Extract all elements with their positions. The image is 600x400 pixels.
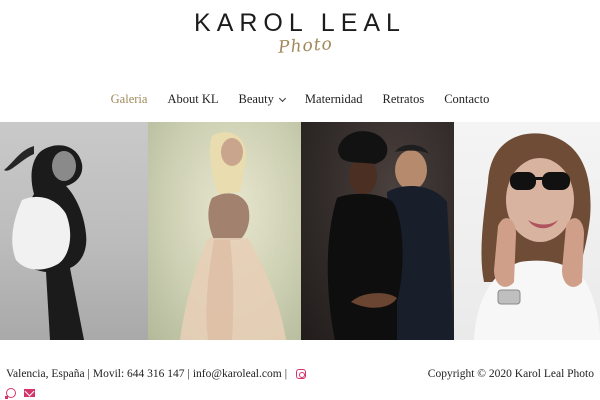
separator: | bbox=[187, 368, 190, 380]
photo-gallery bbox=[0, 122, 600, 340]
whatsapp-icon[interactable] bbox=[5, 388, 16, 399]
couple-maternity-photo[interactable] bbox=[301, 122, 454, 340]
site-logo[interactable]: KAROL LEAL Photo bbox=[0, 8, 600, 64]
nav-item-label: About KL bbox=[167, 92, 219, 106]
nav-item-label: Galeria bbox=[110, 92, 148, 106]
nav-item-contacto[interactable]: Contacto bbox=[444, 92, 489, 107]
mail-icon[interactable] bbox=[24, 389, 35, 397]
nav-item-about[interactable]: About KL bbox=[167, 92, 218, 107]
nav-item-label: Retratos bbox=[382, 92, 425, 106]
portrait-woman-sunglasses[interactable] bbox=[454, 122, 600, 340]
logo-script-text: Photo bbox=[277, 34, 334, 58]
separator: | bbox=[284, 368, 287, 380]
chevron-down-icon bbox=[278, 94, 286, 102]
nav-item-galeria[interactable]: Galeria bbox=[111, 92, 148, 107]
copyright-text: Copyright © 2020 Karol Leal Photo bbox=[427, 368, 594, 380]
nav-item-maternidad[interactable]: Maternidad bbox=[305, 92, 363, 107]
instagram-icon[interactable] bbox=[296, 369, 306, 379]
maternity-photo-black-and-white[interactable] bbox=[0, 122, 148, 340]
separator: | bbox=[87, 368, 90, 380]
nav-item-label: Contacto bbox=[444, 92, 490, 106]
contact-info: Valencia, España | Movil: 644 316 147 | … bbox=[6, 368, 306, 380]
nav-item-retratos[interactable]: Retratos bbox=[383, 92, 425, 107]
maternity-photo-tulle-dress[interactable] bbox=[148, 122, 301, 340]
nav-item-label: Maternidad bbox=[304, 92, 363, 106]
nav-item-label: Beauty bbox=[238, 92, 274, 106]
footer-email[interactable]: info@karoleal.com bbox=[193, 368, 282, 380]
social-links bbox=[5, 388, 35, 399]
main-nav: Galeria About KL Beauty Maternidad Retra… bbox=[0, 92, 600, 107]
logo-title: KAROL LEAL bbox=[194, 9, 406, 37]
nav-item-beauty[interactable]: Beauty bbox=[238, 92, 286, 107]
footer-phone[interactable]: Movil: 644 316 147 bbox=[93, 368, 185, 380]
footer-location: Valencia, España bbox=[6, 368, 85, 380]
